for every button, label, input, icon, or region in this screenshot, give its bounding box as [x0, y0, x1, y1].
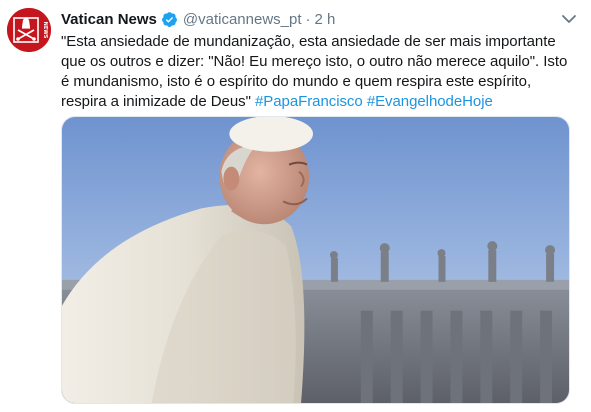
tweet-photo[interactable]	[61, 116, 570, 404]
display-name[interactable]: Vatican News	[61, 11, 157, 28]
hashtag-link[interactable]: #PapaFrancisco	[255, 93, 363, 110]
verified-badge-icon	[161, 11, 178, 28]
tweet-text: "Esta ansiedade de mundanização, esta an…	[61, 32, 581, 112]
tweet-text-line: que os outros e dizer: "Não! Eu mereço i…	[61, 53, 568, 70]
header-separator: ·	[305, 10, 311, 28]
pope-francis-photo	[62, 117, 569, 403]
tweet-text-last-line: respira a inimizade de Deus" #PapaFranci…	[61, 92, 581, 112]
tweet-text-line: respira a inimizade de Deus"	[61, 93, 251, 110]
tweet-text-line: "Esta ansiedade de mundanização, esta an…	[61, 33, 556, 50]
tweet-card[interactable]: NEWS Vatican News @vaticannews_pt · 2 h …	[0, 0, 591, 412]
avatar-news-label: NEWS	[42, 22, 48, 39]
hashtag-link[interactable]: #EvangelhodeHoje	[367, 93, 493, 110]
user-handle[interactable]: @vaticannews_pt	[183, 11, 302, 28]
avatar[interactable]: NEWS	[7, 8, 51, 52]
chevron-down-icon[interactable]	[561, 12, 577, 24]
tweet-timestamp[interactable]: 2 h	[315, 11, 336, 28]
tweet-header: Vatican News @vaticannews_pt · 2 h	[61, 9, 335, 29]
vatican-keys-logo: NEWS	[7, 8, 51, 52]
tweet-text-line: é mundanismo, isto é o espírito do mundo…	[61, 73, 532, 90]
